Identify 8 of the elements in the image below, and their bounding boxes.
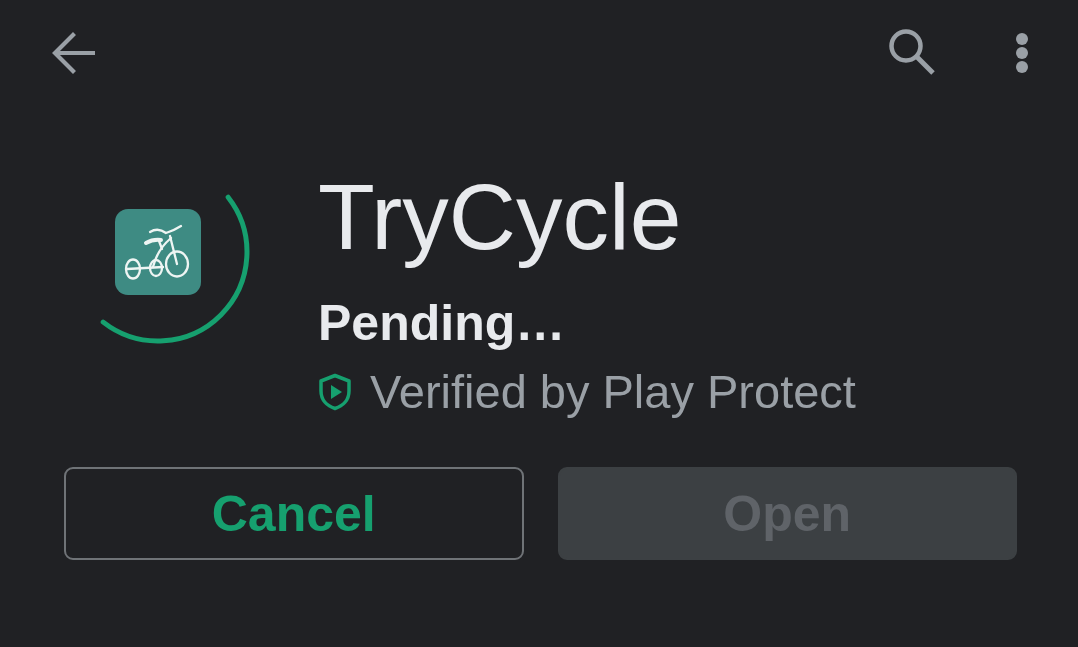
progress-ring-icon [100,194,250,344]
search-icon[interactable] [888,28,935,75]
shield-play-icon [318,372,352,411]
tricycle-icon [115,209,201,295]
back-arrow-icon[interactable] [52,32,95,74]
install-status: Pending… [318,298,566,348]
more-options-icon[interactable] [1015,33,1029,73]
action-button[interactable]: Cancel [64,467,524,560]
